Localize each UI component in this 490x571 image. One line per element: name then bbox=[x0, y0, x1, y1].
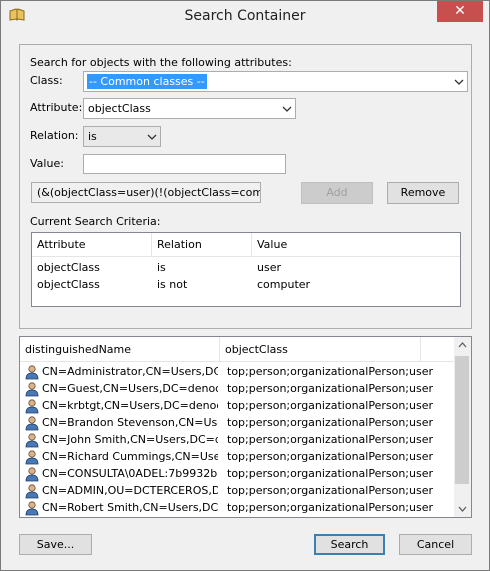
vertical-scrollbar[interactable] bbox=[454, 337, 471, 517]
user-icon bbox=[24, 466, 40, 482]
attribute-dropdown-value: objectClass bbox=[88, 102, 151, 115]
user-icon bbox=[24, 415, 40, 431]
list-item[interactable]: CN=Brandon Stevenson,CN=Users,... top;per… bbox=[20, 415, 456, 432]
cell-distinguishedname: CN=krbtgt,CN=Users,DC=denodo,... bbox=[42, 399, 218, 412]
list-item[interactable]: CN=Guest,CN=Users,DC=denodo,... top;perso… bbox=[20, 381, 456, 398]
criteria-intro: Search for objects with the following at… bbox=[30, 56, 292, 69]
user-icon bbox=[24, 381, 40, 397]
attribute-label: Attribute: bbox=[30, 101, 83, 114]
relation-dropdown[interactable]: is bbox=[83, 126, 161, 147]
column-header-distinguishedname[interactable]: distinguishedName bbox=[20, 337, 220, 362]
close-button[interactable]: ✕ bbox=[437, 1, 483, 22]
cell-objectclass: top;person;organizationalPerson;user bbox=[227, 382, 433, 395]
value-input[interactable] bbox=[83, 154, 286, 174]
chevron-down-icon bbox=[282, 106, 292, 112]
cell-value: user bbox=[257, 261, 281, 274]
chevron-down-icon bbox=[454, 79, 464, 85]
user-icon bbox=[24, 364, 40, 380]
cancel-button[interactable]: Cancel bbox=[399, 534, 472, 555]
search-button-label: Search bbox=[330, 538, 369, 551]
cell-distinguishedname: CN=ADMIN,OU=DCTERCEROS,D... bbox=[42, 484, 218, 497]
cell-relation: is not bbox=[157, 278, 188, 291]
column-header-attribute[interactable]: Attribute bbox=[32, 233, 152, 257]
user-icon bbox=[24, 432, 40, 448]
column-header-filler bbox=[421, 337, 456, 362]
criteria-table[interactable]: Attribute Relation Value objectClass is … bbox=[31, 232, 461, 307]
chevron-down-icon bbox=[147, 134, 157, 140]
search-criteria-panel: Search for objects with the following at… bbox=[19, 44, 472, 329]
list-item[interactable]: CN=ADMIN,OU=DCTERCEROS,D... top;person;or… bbox=[20, 483, 456, 500]
cell-objectclass: top;person;organizationalPerson;user bbox=[227, 501, 433, 514]
title-bar[interactable]: Search Container ✕ bbox=[1, 1, 489, 31]
cell-objectclass: top;person;organizationalPerson;user bbox=[227, 433, 433, 446]
save-button[interactable]: Save... bbox=[19, 534, 92, 555]
cell-distinguishedname: CN=Richard Cummings,CN=Users,... bbox=[42, 450, 218, 463]
list-item[interactable]: CN=CONSULTA\0ADEL:7b9932b... top;person;o… bbox=[20, 466, 456, 483]
column-header-value[interactable]: Value bbox=[252, 233, 460, 257]
class-dropdown-value: -- Common classes -- bbox=[87, 74, 207, 89]
cell-objectclass: top;person;organizationalPerson;user bbox=[227, 399, 433, 412]
list-item[interactable]: CN=Robert Smith,CN=Users,DC=d... top;pers… bbox=[20, 500, 456, 517]
chevron-up-icon bbox=[458, 342, 467, 348]
cell-objectclass: top;person;organizationalPerson;user bbox=[227, 450, 433, 463]
user-icon bbox=[24, 449, 40, 465]
class-dropdown[interactable]: -- Common classes -- bbox=[83, 71, 468, 92]
user-icon bbox=[24, 500, 40, 516]
window-title: Search Container bbox=[184, 8, 306, 24]
cell-distinguishedname: CN=Guest,CN=Users,DC=denodo,... bbox=[42, 382, 218, 395]
scroll-up-button[interactable] bbox=[454, 337, 471, 354]
cell-objectclass: top;person;organizationalPerson;user bbox=[227, 484, 433, 497]
current-criteria-label: Current Search Criteria: bbox=[30, 215, 161, 228]
cell-distinguishedname: CN=Robert Smith,CN=Users,DC=d... bbox=[42, 501, 218, 514]
column-header-objectclass[interactable]: objectClass bbox=[220, 337, 421, 362]
attribute-dropdown[interactable]: objectClass bbox=[83, 98, 296, 119]
cancel-button-label: Cancel bbox=[416, 538, 455, 551]
cell-distinguishedname: CN=Brandon Stevenson,CN=Users,... bbox=[42, 416, 218, 429]
list-item[interactable]: CN=Administrator,CN=Users,DC=de... top;pe… bbox=[20, 364, 456, 381]
relation-dropdown-value: is bbox=[88, 130, 97, 143]
cell-value: computer bbox=[257, 278, 311, 291]
cell-objectclass: top;person;organizationalPerson;user bbox=[227, 467, 433, 480]
cell-attribute: objectClass bbox=[37, 278, 100, 291]
cell-distinguishedname: CN=John Smith,CN=Users,DC=den... bbox=[42, 433, 218, 446]
query-preview: (&(objectClass=user)(!(objectClass=compu… bbox=[31, 182, 261, 203]
relation-label: Relation: bbox=[30, 129, 79, 142]
user-icon bbox=[24, 483, 40, 499]
class-label: Class: bbox=[30, 74, 63, 87]
scroll-thumb[interactable] bbox=[455, 356, 469, 484]
chevron-down-icon bbox=[458, 506, 467, 512]
column-header-relation[interactable]: Relation bbox=[152, 233, 252, 257]
cell-distinguishedname: CN=CONSULTA\0ADEL:7b9932b... bbox=[42, 467, 218, 480]
add-button[interactable]: Add bbox=[301, 182, 373, 204]
search-button[interactable]: Search bbox=[314, 534, 385, 555]
cell-objectclass: top;person;organizationalPerson;user bbox=[227, 416, 433, 429]
cell-relation: is bbox=[157, 261, 166, 274]
user-icon bbox=[24, 398, 40, 414]
remove-button[interactable]: Remove bbox=[387, 182, 459, 204]
cell-objectclass: top;person;organizationalPerson;user bbox=[227, 365, 433, 378]
save-button-label: Save... bbox=[36, 538, 75, 551]
list-item[interactable]: CN=Richard Cummings,CN=Users,... top;pers… bbox=[20, 449, 456, 466]
value-label: Value: bbox=[30, 157, 64, 170]
results-list[interactable]: distinguishedName objectClass CN=Adminis… bbox=[19, 336, 472, 518]
close-icon: ✕ bbox=[454, 3, 466, 19]
cell-distinguishedname: CN=Administrator,CN=Users,DC=de... bbox=[42, 365, 218, 378]
scroll-down-button[interactable] bbox=[454, 500, 471, 517]
list-item[interactable]: CN=John Smith,CN=Users,DC=den... top;pers… bbox=[20, 432, 456, 449]
search-container-dialog: Search Container ✕ Search for objects wi… bbox=[0, 0, 490, 571]
cell-attribute: objectClass bbox=[37, 261, 100, 274]
list-item[interactable]: CN=krbtgt,CN=Users,DC=denodo,... top;pers… bbox=[20, 398, 456, 415]
